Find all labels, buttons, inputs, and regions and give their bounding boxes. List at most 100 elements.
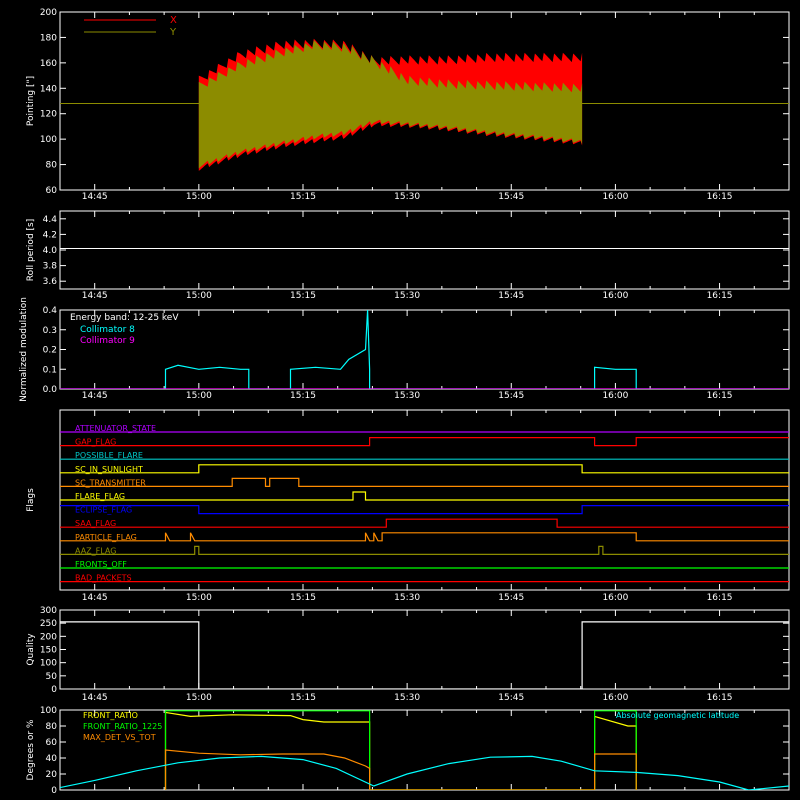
flag-label: AAZ_FLAG: [75, 546, 116, 555]
x-tick-label: 15:30: [394, 593, 420, 603]
x-tick-label: 14:45: [82, 291, 108, 301]
x-tick-label: 14:45: [82, 391, 108, 401]
x-tick-label: 15:00: [186, 391, 212, 401]
x-tick-label: 15:45: [498, 693, 524, 703]
y-axis-label: Flags: [26, 488, 36, 512]
y-tick-label: 0.3: [43, 326, 57, 336]
x-tick-label: 15:00: [186, 192, 212, 202]
x-tick-label: 16:15: [707, 593, 733, 603]
energy-band-annotation: Energy band: 12-25 keV: [70, 313, 179, 323]
x-tick-label: 15:45: [498, 593, 524, 603]
y-tick-label: 160: [40, 59, 57, 69]
series-absolute-geomagnetic-latitude: [60, 755, 789, 790]
legend-label: Collimator 9: [80, 336, 135, 346]
y-tick-label: 20: [46, 770, 58, 780]
y-tick-label: 40: [46, 754, 58, 764]
flag-label: ATTENUATOR_STATE: [75, 424, 156, 433]
x-tick-label: 15:30: [394, 391, 420, 401]
y-tick-label: 100: [40, 135, 57, 145]
y-tick-label: 3.8: [43, 262, 58, 272]
y-tick-label: 250: [40, 619, 57, 629]
y-tick-label: 3.6: [43, 277, 58, 287]
y-tick-label: 50: [46, 672, 58, 682]
y-axis-label: Normalized modulation: [19, 297, 29, 402]
flag-label: SC_TRANSMITTER: [75, 478, 146, 487]
flag-label: POSSIBLE_FLARE: [75, 451, 143, 460]
x-tick-label: 15:30: [394, 291, 420, 301]
y-tick-label: 80: [46, 722, 58, 732]
flag-line-sc-in-sunlight: [60, 464, 789, 474]
y-tick-label: 80: [46, 161, 58, 171]
y-tick-label: 100: [40, 659, 57, 669]
legend-label: Absolute geomagnetic latitude: [616, 711, 739, 720]
legend-label: Collimator 8: [80, 325, 135, 335]
panel-6: 0 20 40 60 80 100 Degrees or % FRONT_RATIO FRONT…: [26, 706, 790, 796]
legend-label: FRONT_RATIO: [83, 711, 138, 720]
x-tick-label: 14:45: [82, 693, 108, 703]
y-tick-label: 100: [40, 706, 57, 716]
x-tick-label: 15:15: [290, 593, 316, 603]
chart-canvas: 14:45 15:00 15:15 15:30 15:45 16:00 16:15 60 80 1…: [19, 8, 790, 796]
x-tick-label: 15:45: [498, 291, 524, 301]
x-tick-label: 14:45: [82, 192, 108, 202]
x-tick-label: 15:45: [498, 192, 524, 202]
plot-area: [60, 431, 789, 583]
y-tick-label: 0.0: [43, 385, 58, 395]
x-tick-label: 16:00: [602, 693, 628, 703]
flag-label: FLARE_FLAG: [75, 492, 125, 501]
flag-line-saa-flag: [60, 518, 789, 528]
panel-2: 14:45 15:00 15:15 15:30 15:45 16:00 16:15 3.6 3.…: [26, 210, 790, 301]
flag-line-sc-transmitter: [60, 477, 789, 487]
x-tick-label: 14:45: [82, 593, 108, 603]
flag-line-flare-flag: [60, 491, 789, 501]
y-tick-label: 60: [46, 186, 58, 196]
flag-line-aaz-flag: [60, 545, 789, 556]
x-tick-label: 15:30: [394, 192, 420, 202]
flag-label: PARTICLE_FLAG: [75, 533, 137, 542]
flag-line-eclipse-flag: [60, 505, 789, 515]
y-tick-label: 120: [40, 110, 57, 120]
x-tick-label: 15:15: [290, 391, 316, 401]
legend-label: MAX_DET_VS_TOT: [83, 733, 156, 742]
flag-line-particle-flag: [60, 532, 789, 542]
panel-4: 14:45 15:00 15:15 15:30 15:45 16:00 16:15 Flags…: [26, 409, 790, 603]
x-tick-label: 16:15: [707, 391, 733, 401]
y-tick-label: 180: [40, 33, 57, 43]
y-axis-label: Quality: [26, 633, 36, 666]
panel-frame: [59, 210, 790, 290]
y-tick-label: 200: [40, 8, 57, 18]
series-4-0: [60, 621, 789, 689]
x-tick-label: 15:15: [290, 291, 316, 301]
y-tick-label: 4.0: [43, 246, 58, 256]
plot-area: [60, 38, 789, 171]
x-tick-label: 15:00: [186, 593, 212, 603]
y-tick-label: 300: [40, 606, 57, 616]
y-axis-label: Roll period [s]: [26, 219, 36, 281]
y-tick-label: 0.1: [43, 365, 57, 375]
flag-label: ECLIPSE_FLAG: [75, 506, 132, 515]
legend-label: FRONT_RATIO_1225: [83, 722, 162, 731]
y-tick-label: 4.4: [43, 215, 58, 225]
legend-label: Y: [169, 27, 177, 38]
flag-label: FRONTS_OFF: [75, 560, 127, 569]
x-tick-label: 15:30: [394, 693, 420, 703]
x-tick-label: 15:45: [498, 391, 524, 401]
y-tick-label: 0.2: [43, 346, 57, 356]
flag-line-gap-flag: [60, 437, 789, 447]
x-tick-label: 16:00: [602, 192, 628, 202]
x-tick-label: 15:00: [186, 291, 212, 301]
y-tick-label: 140: [40, 84, 57, 94]
flag-label: BAD_PACKETS: [75, 574, 132, 583]
flag-label: GAP_FLAG: [75, 438, 116, 447]
series-max-det-vs-tot: [164, 749, 637, 790]
y-tick-label: 0: [51, 685, 57, 695]
x-tick-label: 15:15: [290, 693, 316, 703]
y-tick-label: 150: [40, 646, 57, 656]
x-tick-label: 16:15: [707, 693, 733, 703]
panel-3: 14:45 15:00 15:15 15:30 15:45 16:00 16:15 0.0 0.…: [19, 297, 790, 402]
flag-label: SAA_FLAG: [75, 519, 116, 528]
x-tick-label: 16:15: [707, 291, 733, 301]
y-tick-label: 4.2: [43, 230, 57, 240]
y-axis-label: Degrees or %: [26, 719, 36, 780]
legend-label: X: [170, 15, 177, 26]
